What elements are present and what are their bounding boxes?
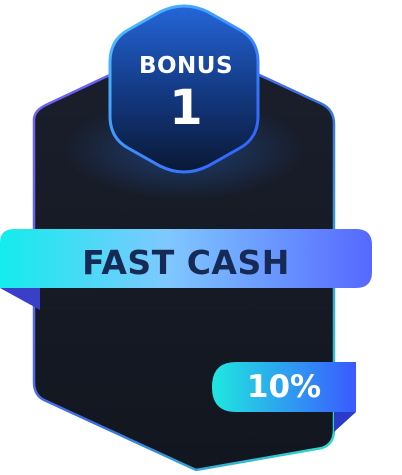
- bonus-label: BONUS: [138, 53, 234, 79]
- percentage-label: 10%: [246, 369, 322, 405]
- fast-cash-label: FAST CASH: [82, 243, 290, 282]
- bonus-number: 1: [169, 80, 203, 136]
- bonus-card-widget[interactable]: BONUS 1 FAST CASH 10%: [0, 0, 402, 475]
- pill-fold: [334, 412, 356, 432]
